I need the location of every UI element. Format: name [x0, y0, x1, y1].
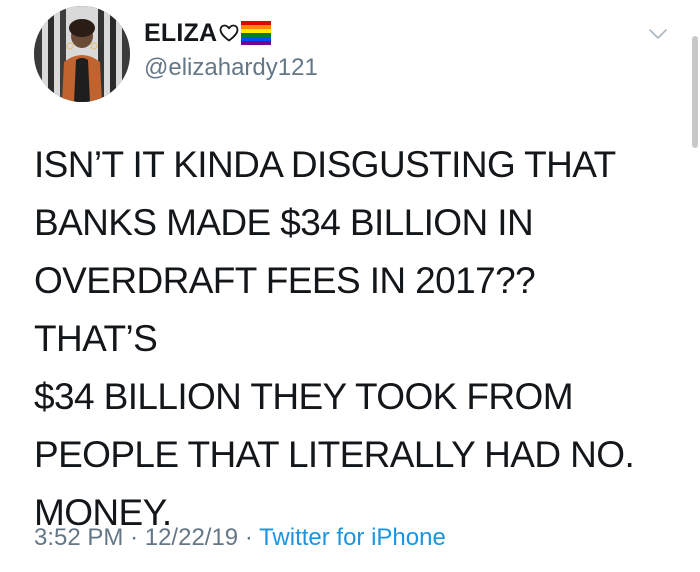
- rainbow-flag-icon: [241, 21, 272, 45]
- handle[interactable]: @elizahardy121: [144, 54, 318, 82]
- tweet-source-link[interactable]: Twitter for iPhone: [259, 524, 446, 551]
- chevron-down-icon: [649, 29, 667, 39]
- author-name-row[interactable]: ELIZA: [144, 16, 272, 50]
- display-name[interactable]: ELIZA: [144, 19, 217, 48]
- tweet-card: ELIZA @elizahardy121 ISN’T IT KINDA DISG…: [0, 0, 700, 572]
- avatar[interactable]: [34, 6, 130, 102]
- avatar-photo: [34, 6, 130, 102]
- scrollbar-thumb[interactable]: [692, 36, 698, 148]
- tweet-metadata: 3:52 PM · 12/22/19 · Twitter for iPhone: [34, 524, 446, 552]
- tweet-text: ISN’T IT KINDA DISGUSTING THAT BANKS MAD…: [34, 144, 635, 533]
- tweet-menu-button[interactable]: [646, 22, 670, 46]
- heart-outline-icon: [219, 24, 239, 42]
- tweet-date[interactable]: 12/22/19: [145, 524, 238, 551]
- meta-separator: ·: [130, 524, 139, 551]
- meta-separator: ·: [244, 524, 253, 551]
- tweet-time[interactable]: 3:52 PM: [34, 524, 123, 551]
